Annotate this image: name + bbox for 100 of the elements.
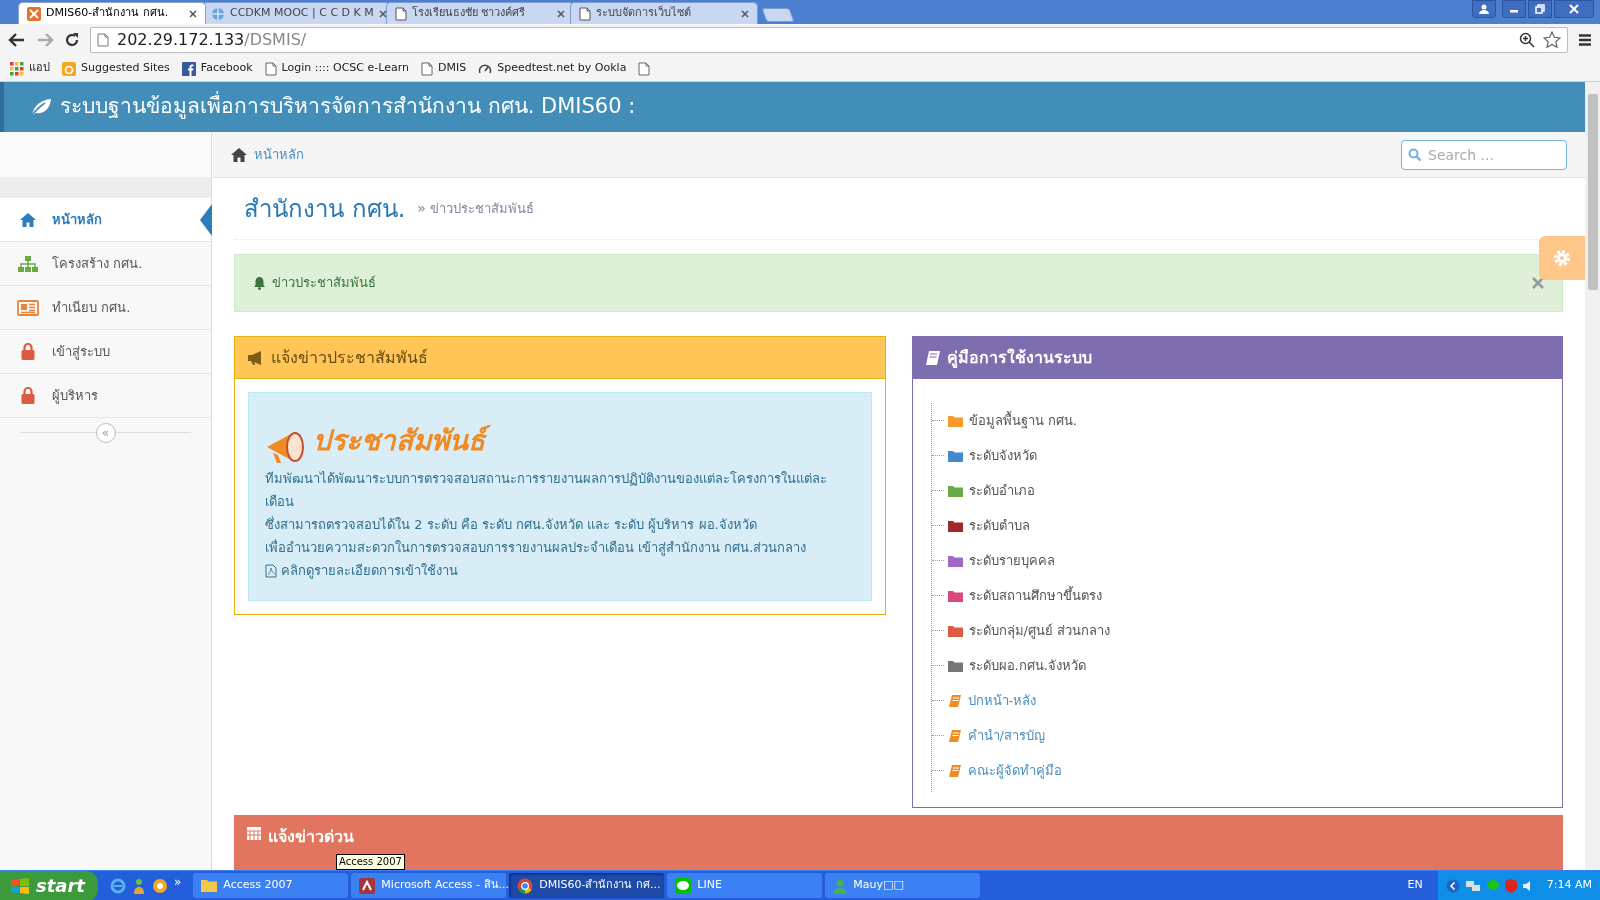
sidebar-item[interactable]: หน้าหลัก — [0, 198, 211, 242]
close-icon — [741, 9, 749, 18]
book-icon — [947, 763, 962, 778]
close-window-button[interactable] — [1554, 0, 1594, 18]
manual-item[interactable]: ระดับจังหวัด — [968, 445, 1037, 466]
shield-icon — [1504, 878, 1517, 893]
taskbar-button[interactable]: Access 2007 — [193, 873, 349, 898]
address-bar[interactable]: 202.29.172.133/DSMIS/ — [90, 27, 1568, 53]
language-indicator[interactable]: EN — [1407, 877, 1423, 894]
settings-icon — [1552, 248, 1572, 268]
globe-icon — [211, 6, 225, 21]
lock-icon — [21, 343, 35, 360]
search-icon — [1408, 147, 1422, 162]
restore-icon — [1535, 4, 1545, 14]
apps-grid-icon — [10, 61, 24, 76]
sidebar-item[interactable]: ทำเนียบ กศน. — [0, 286, 211, 330]
breadcrumb-separator: » — [417, 199, 426, 218]
network-icon — [1464, 878, 1481, 893]
tooltip: Access 2007 — [336, 854, 405, 870]
page-subtitle: ข่าวประชาสัมพันธ์ — [429, 199, 534, 218]
book-icon — [947, 728, 962, 743]
messenger-icon — [132, 877, 146, 894]
manual-item[interactable]: ระดับกลุ่ม/ศูนย์ ส่วนกลาง — [968, 620, 1110, 641]
chat-bubble-icon — [675, 877, 692, 894]
suggested-sites-icon — [62, 61, 76, 76]
folder-icon — [201, 879, 218, 892]
back-arrow-icon — [8, 32, 26, 48]
details-link[interactable]: คลิกดูรายละเอียดการเข้าใช้งาน — [265, 559, 855, 582]
user-icon — [1479, 4, 1489, 14]
restore-button[interactable] — [1528, 0, 1552, 18]
windows-flag-icon — [10, 876, 30, 895]
manual-item[interactable]: คำนำ/สารบัญ — [967, 725, 1045, 746]
manual-item[interactable]: ข้อมูลพื้นฐาน กศน. — [968, 410, 1077, 431]
bookmark[interactable]: Facebook — [181, 58, 253, 79]
close-icon — [189, 9, 197, 18]
page-icon — [395, 6, 407, 21]
manual-item[interactable]: ระดับรายบุคคล — [968, 550, 1055, 571]
sidebar-item[interactable]: ผู้บริหาร — [0, 374, 211, 418]
more-arrows-icon[interactable]: » — [174, 874, 182, 889]
home-icon — [19, 211, 37, 228]
browser-e-icon — [110, 877, 126, 894]
taskbar-button[interactable]: Mauy□□ — [825, 873, 981, 898]
start-button[interactable]: start — [0, 870, 98, 900]
newspaper-icon — [17, 299, 39, 316]
manual-item[interactable]: ปกหน้า-หลัง — [967, 690, 1037, 711]
forward-arrow-icon — [36, 32, 54, 48]
panel-title: แจ้งข่าวด่วน — [268, 826, 354, 848]
page-icon — [579, 6, 591, 21]
bookmark[interactable]: แอป — [10, 58, 50, 79]
profile-button[interactable] — [1472, 0, 1496, 18]
bookmark[interactable]: Suggested Sites — [62, 58, 170, 79]
book-icon — [924, 350, 941, 366]
media-player-icon — [152, 877, 168, 894]
bookmark[interactable]: Speedtest.net by Ookla — [478, 58, 627, 79]
bell-icon — [253, 276, 266, 290]
logo-icon — [27, 6, 41, 21]
news-text: ทีมพัฒนาได้พัฒนาระบบการตรวจสอบสถานะการรายงานผลการปฏิบัติงานของแต่ละโครงการในแต่ละเดือน ซึ่งสามารถตรวจสอบได้ใน 2 ระดับ คือ ระดับ กศน.จังหวัด และ ระดับ ผู้บริหาร ผอ.จังหวัด เพื่ออำนวยความสะดวกในการตรวจสอบการรายงานผลประจำเดือน เข้าสู่สำนักงาน กศน.ส่วนกลาง — [265, 470, 828, 558]
page-icon — [638, 61, 651, 76]
leaf-icon — [30, 98, 52, 116]
home-icon — [230, 146, 248, 163]
browser-tab[interactable]: ระบบจัดการเว็บไซต์ — [570, 2, 758, 24]
star-icon — [1543, 31, 1561, 49]
facebook-icon — [181, 61, 196, 76]
close-icon — [1532, 277, 1544, 289]
minimize-button[interactable] — [1502, 0, 1526, 18]
bookmark[interactable]: DMIS — [421, 58, 467, 79]
site-title: ระบบฐานข้อมูลเพื่อการบริหารจัดการสำนักงาน กศน. DMIS60 : — [60, 91, 636, 123]
browser-tab[interactable]: DMIS60-สำนักงาน กศน. — [18, 2, 206, 24]
new-tab-button[interactable] — [761, 8, 795, 22]
clock: 7:14 AM — [1546, 877, 1592, 894]
chrome-icon — [517, 877, 534, 894]
taskbar-button[interactable]: Microsoft Access - สิน... — [351, 873, 507, 898]
sidebar-item[interactable]: โครงสร้าง กศน. — [0, 242, 211, 286]
close-icon — [378, 9, 387, 18]
pdf-file-icon — [265, 563, 277, 578]
manual-item[interactable]: ระดับอำเภอ — [968, 480, 1035, 501]
lock-icon — [21, 387, 35, 404]
search-field[interactable]: Search ... — [1401, 139, 1567, 170]
manual-item[interactable]: คณะผู้จัดทำคู่มือ — [967, 760, 1062, 781]
page-icon — [421, 61, 433, 76]
zoom-in-icon — [1519, 32, 1535, 48]
user-icon — [833, 877, 848, 894]
panel-title: แจ้งข่าวประชาสัมพันธ์ — [271, 346, 428, 369]
chat-bubble-icon — [1485, 878, 1500, 893]
panel-title: คู่มือการใช้งานระบบ — [946, 347, 1092, 370]
close-icon — [1569, 4, 1579, 14]
alert-text: ข่าวประชาสัมพันธ์ — [272, 274, 377, 293]
sitemap-icon — [18, 255, 38, 272]
access-key-icon — [359, 877, 376, 894]
menu-icon — [1578, 33, 1592, 47]
taskbar-button[interactable]: DMIS60-สำนักงาน กศ... — [509, 873, 665, 898]
banner-heading: ประชาสัมพันธ์ — [309, 415, 489, 467]
bookmark[interactable]: Login :::: OCSC e-Learn — [264, 58, 409, 79]
taskbar-button[interactable]: LINE — [667, 873, 823, 898]
manual-item[interactable]: ระดับตำบล — [968, 515, 1030, 536]
manual-item[interactable]: ระดับสถานศึกษาขึ้นตรง — [968, 585, 1102, 606]
manual-item[interactable]: ระดับผอ.กศน.จังหวัด — [968, 655, 1086, 676]
chevron-left-icon — [1445, 878, 1460, 893]
sidebar-item[interactable]: เข้าสู่ระบบ — [0, 330, 211, 374]
scrollbar-thumb[interactable] — [1587, 94, 1598, 290]
